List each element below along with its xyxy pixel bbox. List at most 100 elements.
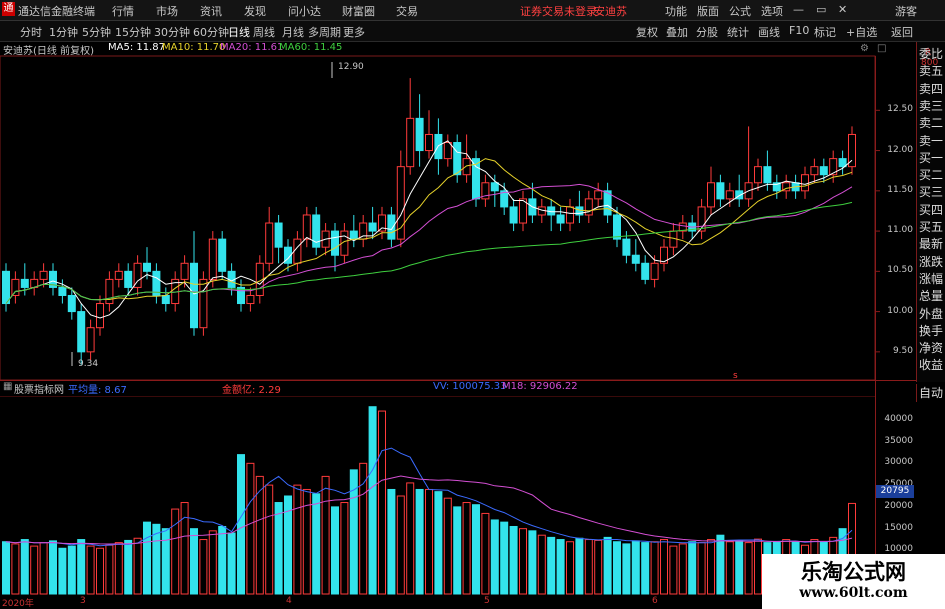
watermark-title: 乐淘公式网 xyxy=(801,560,906,584)
ma20-line xyxy=(5,183,853,304)
side-panel-item[interactable]: 总量 xyxy=(919,287,943,304)
volume-bar xyxy=(678,543,687,595)
candle-body xyxy=(265,222,274,264)
volume-bar xyxy=(481,512,490,595)
side-panel-item[interactable]: 卖四 xyxy=(919,80,943,97)
volume-bar xyxy=(631,540,640,595)
volume-bar xyxy=(669,545,678,595)
volume-bar xyxy=(509,525,518,595)
candle-body xyxy=(67,294,76,313)
side-panel-item[interactable]: 收益 xyxy=(919,356,943,373)
candle-body xyxy=(556,214,565,224)
volume-tick-label: 30000 xyxy=(884,457,913,468)
avg-volume: 平均量: 8.67 xyxy=(68,385,127,396)
low-annotation: 9.34 xyxy=(78,359,98,369)
volume-bar xyxy=(114,542,123,595)
volume-bar xyxy=(396,495,405,595)
price-tick-label: 11.50 xyxy=(887,184,913,195)
candle-body xyxy=(406,117,415,168)
candle-body xyxy=(302,214,311,240)
volume-bar xyxy=(547,536,556,595)
candle-body xyxy=(810,166,819,176)
candle-body xyxy=(143,262,151,272)
volume-bar xyxy=(293,484,302,595)
watermark: 乐淘公式网 www.60lt.com xyxy=(762,554,945,609)
side-panel-item[interactable]: 卖二 xyxy=(919,114,943,131)
volume-tick-label: 10000 xyxy=(884,544,913,555)
volume-bar xyxy=(519,528,527,595)
price-tick-label: 11.00 xyxy=(887,225,913,236)
volume-bar xyxy=(218,525,227,595)
candle-body xyxy=(218,238,227,272)
date-label: 5 xyxy=(484,596,490,606)
side-panel-item[interactable]: 涨跌 xyxy=(919,253,943,270)
candle-body xyxy=(490,182,499,192)
side-panel-item[interactable]: 卖五 xyxy=(919,62,943,79)
candle-body xyxy=(838,158,847,168)
side-panel-item[interactable]: 换手 xyxy=(919,322,943,339)
volume-bar xyxy=(584,539,593,595)
candle-body xyxy=(161,294,170,305)
side-panel-item[interactable]: 涨幅 xyxy=(919,270,943,287)
candle-body xyxy=(453,142,462,176)
side-panel-item[interactable]: 买三 xyxy=(919,183,943,200)
volume-bar xyxy=(622,543,631,595)
candle-body xyxy=(566,206,574,224)
high-annotation: 12.90 xyxy=(338,62,364,72)
price-tick-label: 10.50 xyxy=(887,265,913,276)
grid-icon[interactable]: ▦ xyxy=(3,381,12,392)
volume-bar xyxy=(2,541,10,595)
candle-body xyxy=(208,238,217,280)
price-tick-label: 12.50 xyxy=(887,104,913,115)
candle-body xyxy=(293,238,302,264)
volume-bar xyxy=(39,542,48,595)
candle-body xyxy=(707,182,715,208)
side-panel-item[interactable]: 卖三 xyxy=(919,97,943,114)
volume-bar xyxy=(406,482,415,595)
side-panel-item[interactable]: 外盘 xyxy=(919,305,943,322)
volume-bar xyxy=(425,488,433,595)
volume-bar xyxy=(133,537,142,595)
volume-bar xyxy=(688,541,697,595)
watermark-url: www.60lt.com xyxy=(799,585,908,601)
side-panel-item[interactable]: 买四 xyxy=(919,201,943,218)
volume-bar xyxy=(443,497,452,595)
candle-body xyxy=(622,238,631,256)
auto-tab[interactable]: 自动 xyxy=(916,384,945,402)
volume-bar xyxy=(415,488,424,595)
candle-body xyxy=(443,142,452,160)
candle-body xyxy=(246,294,255,305)
candle-body xyxy=(415,117,424,152)
side-panel-item[interactable]: 买二 xyxy=(919,166,943,183)
volume-bar xyxy=(490,519,499,595)
side-panel-item[interactable]: 卖一 xyxy=(919,132,943,149)
volume-bar xyxy=(49,540,57,595)
candle-body xyxy=(20,278,29,288)
volume-bar xyxy=(472,504,480,595)
volume-bar xyxy=(744,542,753,595)
candle-body xyxy=(11,278,20,296)
side-panel-item[interactable]: 买五 xyxy=(919,218,943,235)
side-panel-item[interactable]: 委比 xyxy=(919,45,943,62)
volume-bar xyxy=(566,541,574,595)
candle-body xyxy=(613,214,621,240)
volume-bar xyxy=(660,539,668,595)
volume-bar xyxy=(500,521,509,595)
price-chart[interactable]: 12.90 9.34 s xyxy=(0,0,945,609)
volume-bar xyxy=(603,536,612,595)
candle-body xyxy=(594,190,603,200)
candle-body xyxy=(368,222,377,232)
amount-value: 金额亿: 2.29 xyxy=(222,385,281,396)
candle-body xyxy=(641,262,650,280)
m18-value: M18: 92906.22 xyxy=(502,381,578,392)
volume-bar xyxy=(199,539,208,595)
vol-value: VV: 100075.33 xyxy=(433,381,507,392)
side-panel-item[interactable]: 最新 xyxy=(919,235,943,252)
volume-bar xyxy=(312,493,321,595)
side-panel-item[interactable]: 净资 xyxy=(919,339,943,356)
indicator-site[interactable]: 股票指标网 xyxy=(14,381,64,396)
price-tick-label: 10.00 xyxy=(887,305,913,316)
volume-bar xyxy=(161,528,170,595)
side-panel-item[interactable]: 买一 xyxy=(919,149,943,166)
candle-body xyxy=(124,270,133,288)
